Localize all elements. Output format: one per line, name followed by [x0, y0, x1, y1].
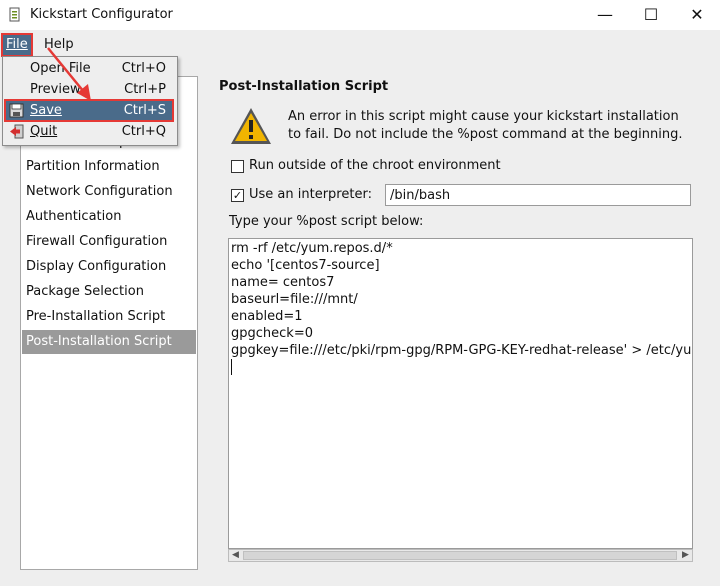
- chroot-checkbox[interactable]: [231, 160, 244, 173]
- sidebar-item-display[interactable]: Display Configuration: [22, 255, 196, 279]
- menu-item-save[interactable]: Save Ctrl+S: [4, 99, 174, 122]
- interpreter-checkbox[interactable]: ✓: [231, 189, 244, 202]
- sidebar-item-post-install[interactable]: Post-Installation Script: [22, 330, 196, 354]
- close-icon: ✕: [690, 5, 704, 24]
- window-title: Kickstart Configurator: [30, 7, 173, 22]
- script-line: gpgkey=file:///etc/pki/rpm-gpg/RPM-GPG-K…: [231, 343, 692, 358]
- interpreter-input[interactable]: [385, 184, 691, 206]
- menu-item-quit[interactable]: Quit Ctrl+Q: [5, 121, 173, 142]
- menu-item-accel: Ctrl+S: [123, 103, 166, 118]
- sidebar: Boot Loader Options Partition Informatio…: [20, 76, 198, 570]
- script-line: echo '[centos7-source]: [231, 258, 380, 273]
- sidebar-item-network[interactable]: Network Configuration: [22, 180, 196, 204]
- quit-icon: [10, 124, 24, 139]
- interpreter-label: Use an interpreter:: [249, 187, 372, 202]
- warning-message: An error in this script might cause your…: [288, 108, 708, 144]
- menu-help[interactable]: Help: [40, 34, 78, 56]
- menu-item-label: Open File: [30, 61, 91, 76]
- menu-item-preview[interactable]: Preview Ctrl+P: [5, 79, 173, 100]
- scroll-left-icon[interactable]: ◀: [229, 550, 242, 561]
- menu-item-label: Quit: [30, 124, 58, 139]
- menu-item-label: Save: [30, 103, 62, 118]
- menu-file[interactable]: File: [1, 33, 33, 57]
- menu-bar: File Help: [0, 30, 720, 57]
- script-textarea[interactable]: rm -rf /etc/yum.repos.d/* echo '[centos7…: [228, 238, 693, 549]
- file-menu-dropdown: Open File Ctrl+O Preview Ctrl+P Save Ctr…: [2, 56, 178, 146]
- script-line: baseurl=file:///mnt/: [231, 292, 358, 307]
- minimize-button[interactable]: —: [582, 0, 628, 30]
- menu-item-accel: Ctrl+Q: [121, 124, 166, 139]
- menu-item-accel: Ctrl+O: [121, 61, 166, 76]
- warning-line: An error in this script might cause your…: [288, 109, 679, 124]
- sidebar-item-pre-install[interactable]: Pre-Installation Script: [22, 305, 196, 329]
- script-line: rm -rf /etc/yum.repos.d/*: [231, 241, 393, 256]
- warning-icon: [231, 108, 271, 144]
- app-icon: [9, 7, 20, 22]
- sidebar-item-package[interactable]: Package Selection: [22, 280, 196, 304]
- menu-item-open-file[interactable]: Open File Ctrl+O: [5, 58, 173, 79]
- maximize-icon: ☐: [643, 5, 659, 24]
- sidebar-item-partition[interactable]: Partition Information: [22, 155, 196, 179]
- sidebar-item-firewall[interactable]: Firewall Configuration: [22, 230, 196, 254]
- page-title: Post-Installation Script: [219, 79, 389, 94]
- script-line: name= centos7: [231, 275, 335, 290]
- warning-line: to fail. Do not include the %post comman…: [288, 127, 683, 142]
- chroot-label: Run outside of the chroot environment: [249, 158, 501, 173]
- scrollbar-thumb[interactable]: [243, 551, 677, 560]
- menu-item-label: Preview: [30, 82, 81, 97]
- horizontal-scrollbar[interactable]: ◀ ▶: [228, 549, 693, 562]
- script-line: enabled=1: [231, 309, 303, 324]
- maximize-button[interactable]: ☐: [628, 0, 674, 30]
- save-icon: [9, 103, 24, 118]
- sidebar-item-authentication[interactable]: Authentication: [22, 205, 196, 229]
- script-line: gpgcheck=0: [231, 326, 313, 341]
- title-bar: Kickstart Configurator — ☐ ✕: [0, 0, 720, 30]
- text-caret: [231, 359, 232, 375]
- scroll-right-icon[interactable]: ▶: [679, 550, 692, 561]
- script-label: Type your %post script below:: [229, 214, 424, 229]
- minimize-icon: —: [597, 5, 613, 24]
- menu-item-accel: Ctrl+P: [124, 82, 166, 97]
- close-button[interactable]: ✕: [674, 0, 720, 30]
